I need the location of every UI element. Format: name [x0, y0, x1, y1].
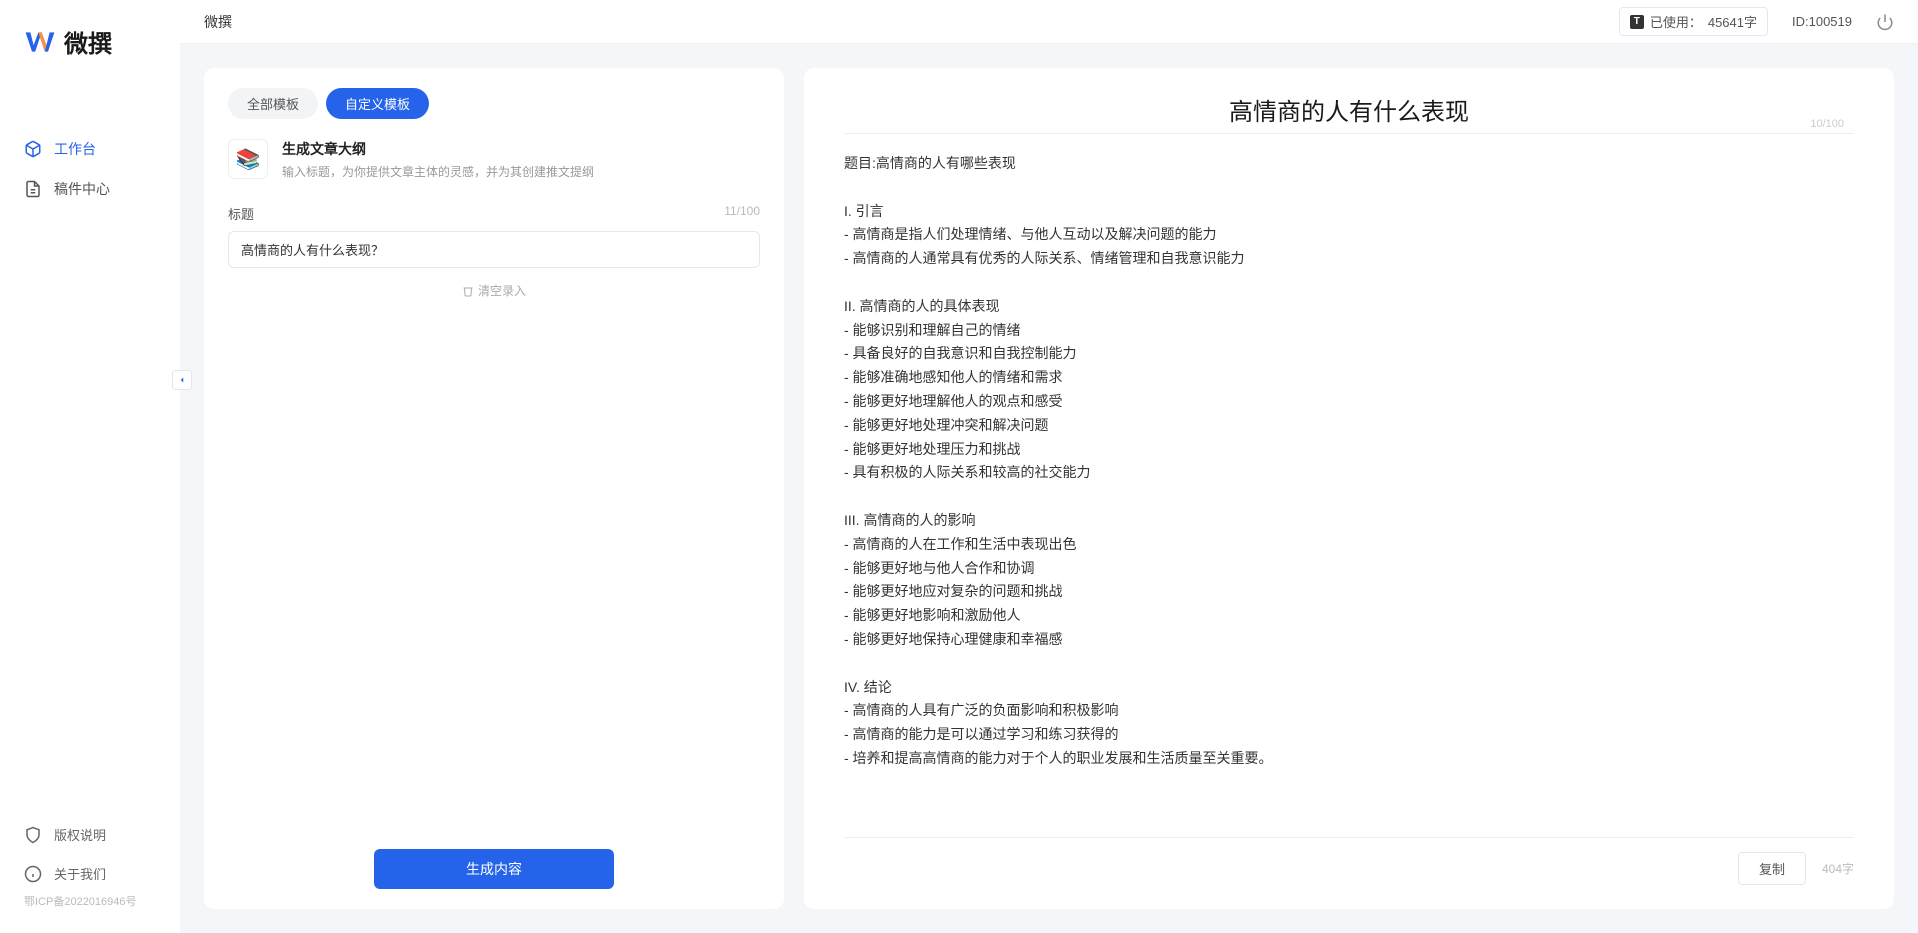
cube-icon [24, 140, 42, 158]
document-icon [24, 180, 42, 198]
sidebar-collapse-handle[interactable] [172, 370, 192, 390]
topbar-title: 微撰 [204, 12, 232, 32]
nav-drafts[interactable]: 稿件中心 [0, 169, 180, 209]
generate-button[interactable]: 生成内容 [374, 849, 614, 889]
nav-label: 关于我们 [54, 864, 106, 883]
logo-text: 微撰 [64, 24, 112, 59]
clear-label: 清空录入 [478, 282, 526, 299]
sidebar-nav: 工作台 稿件中心 [0, 99, 180, 815]
field-counter: 11/100 [724, 204, 760, 223]
trash-icon [462, 285, 474, 297]
clear-input-button[interactable]: 清空录入 [228, 282, 760, 299]
title-input[interactable] [228, 231, 760, 268]
output-body: 题目:高情商的人有哪些表现 I. 引言 - 高情商是指人们处理情绪、与他人互动以… [844, 152, 1854, 837]
copy-button[interactable]: 复制 [1738, 852, 1806, 885]
logo-icon [24, 26, 56, 58]
editor-footer: 生成内容 [228, 849, 760, 889]
nav-copyright[interactable]: 版权说明 [0, 815, 180, 854]
template-card: 📚 生成文章大纲 输入标题，为你提供文章主体的灵感，并为其创建推文提纲 [228, 139, 760, 180]
output-counter: 10/100 [1810, 118, 1844, 130]
power-icon[interactable] [1876, 13, 1894, 31]
shield-icon [24, 826, 42, 844]
icp-text: 鄂ICP备2022016946号 [0, 893, 180, 917]
tab-custom-templates[interactable]: 自定义模板 [326, 88, 429, 119]
output-title: 高情商的人有什么表现 [844, 92, 1854, 127]
sidebar-bottom: 版权说明 关于我们 鄂ICP备2022016946号 [0, 815, 180, 933]
user-id: ID:100519 [1792, 14, 1852, 29]
sidebar: 微撰 工作台 稿件中心 版权说明 关于我们 鄂ICP备2022016946号 [0, 0, 180, 933]
template-desc: 输入标题，为你提供文章主体的灵感，并为其创建推文提纲 [282, 163, 594, 180]
nav-workbench[interactable]: 工作台 [0, 129, 180, 169]
title-field-label: 标题 11/100 [228, 204, 760, 223]
text-icon: T [1630, 15, 1644, 29]
info-icon [24, 865, 42, 883]
nav-label: 工作台 [54, 139, 96, 159]
template-tabs: 全部模板 自定义模板 [228, 88, 760, 119]
nav-about[interactable]: 关于我们 [0, 854, 180, 893]
output-footer: 复制 404字 [844, 837, 1854, 885]
logo: 微撰 [0, 24, 180, 99]
template-info: 生成文章大纲 输入标题，为你提供文章主体的灵感，并为其创建推文提纲 [282, 139, 594, 180]
template-icon: 📚 [228, 139, 268, 179]
template-name: 生成文章大纲 [282, 139, 594, 159]
content: 全部模板 自定义模板 📚 生成文章大纲 输入标题，为你提供文章主体的灵感，并为其… [180, 44, 1918, 933]
tab-all-templates[interactable]: 全部模板 [228, 88, 318, 119]
usage-value: 45641字 [1708, 12, 1757, 31]
output-panel: 高情商的人有什么表现 10/100 题目:高情商的人有哪些表现 I. 引言 - … [804, 68, 1894, 909]
nav-label: 版权说明 [54, 825, 106, 844]
main: 微撰 T 已使用： 45641字 ID:100519 全部模板 自定义模板 [180, 0, 1918, 933]
divider [844, 133, 1854, 134]
topbar-right: T 已使用： 45641字 ID:100519 [1619, 7, 1894, 36]
topbar: 微撰 T 已使用： 45641字 ID:100519 [180, 0, 1918, 44]
field-label-text: 标题 [228, 204, 254, 223]
app-root: 微撰 工作台 稿件中心 版权说明 关于我们 鄂ICP备2022016946号 [0, 0, 1918, 933]
usage-label: 已使用： [1650, 12, 1702, 31]
editor-panel: 全部模板 自定义模板 📚 生成文章大纲 输入标题，为你提供文章主体的灵感，并为其… [204, 68, 784, 909]
chevron-left-icon [177, 375, 187, 385]
nav-label: 稿件中心 [54, 179, 110, 199]
word-count: 404字 [1822, 860, 1854, 877]
usage-badge[interactable]: T 已使用： 45641字 [1619, 7, 1768, 36]
